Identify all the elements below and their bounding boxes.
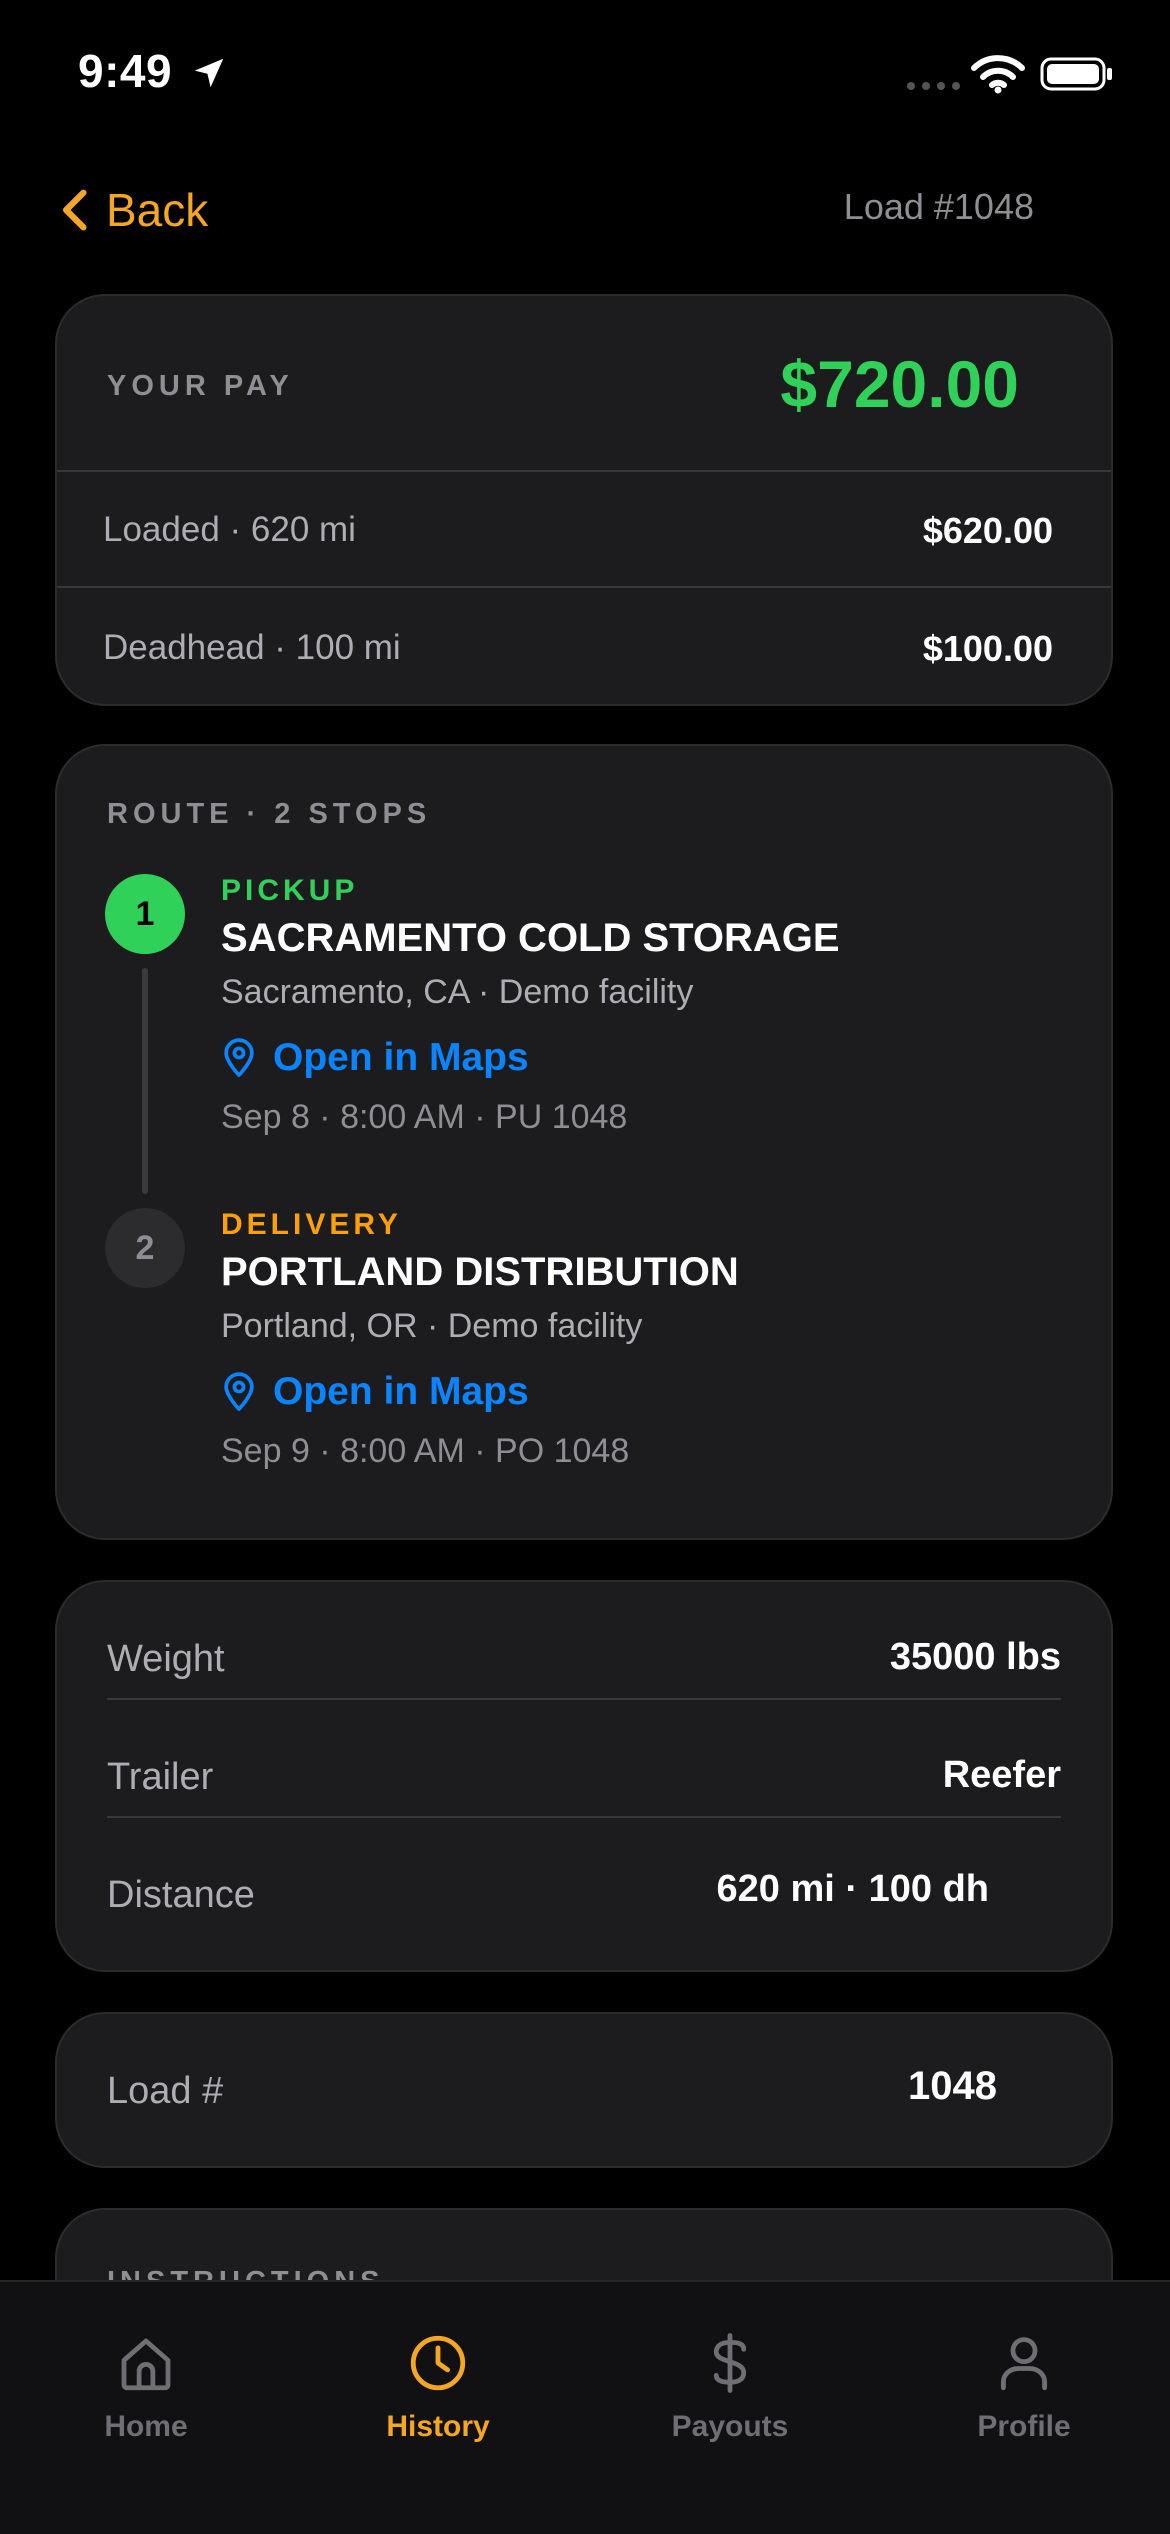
stop-delivery: DELIVERY PORTLAND DISTRIBUTION Portland,… xyxy=(221,1208,1081,1471)
pay-row-label: Loaded · 620 mi xyxy=(103,510,356,549)
tab-bar: Home History Payouts Profile xyxy=(0,2280,1170,2534)
load-number-label: Load # xyxy=(107,2070,224,2112)
stop-time: Sep 8 · 8:00 AM · PU 1048 xyxy=(221,1098,628,1136)
navigation-bar: Back Load #1048 xyxy=(0,170,1170,250)
stop-location: Sacramento, CA · Demo facility xyxy=(221,973,694,1011)
detail-value: 620 mi · 100 dh xyxy=(716,1868,989,1910)
detail-label: Distance xyxy=(107,1874,255,1916)
stop-pickup: PICKUP SACRAMENTO COLD STORAGE Sacrament… xyxy=(221,874,1081,1137)
detail-value: 35000 lbs xyxy=(889,1636,1061,1678)
map-pin-icon xyxy=(224,1372,254,1411)
detail-label: Trailer xyxy=(107,1756,214,1798)
pay-total: $720.00 xyxy=(780,347,1019,421)
pay-row-loaded: Loaded · 620 mi $620.00 xyxy=(57,472,1111,588)
pay-row-value: $620.00 xyxy=(922,510,1053,551)
stop-type: DELIVERY xyxy=(221,1208,402,1241)
detail-row-trailer: Trailer Reefer xyxy=(107,1700,1061,1818)
stop-time: Sep 9 · 8:00 AM · PO 1048 xyxy=(221,1432,630,1470)
stop-number-badge: 2 xyxy=(105,1208,185,1288)
home-icon xyxy=(121,2338,171,2391)
detail-row-distance: Distance 620 mi · 100 dh xyxy=(107,1818,1061,1934)
detail-row-weight: Weight 35000 lbs xyxy=(107,1582,1061,1700)
tab-profile[interactable]: Profile xyxy=(914,2330,1134,2444)
detail-value: Reefer xyxy=(942,1754,1061,1796)
tab-history[interactable]: History xyxy=(328,2330,548,2444)
location-arrow-icon xyxy=(194,58,224,88)
route-label: ROUTE · 2 STOPS xyxy=(107,798,432,830)
map-pin-icon xyxy=(224,1038,254,1077)
stop-name: SACRAMENTO COLD STORAGE xyxy=(221,916,840,960)
clock-icon xyxy=(410,2335,466,2391)
pay-label: YOUR PAY xyxy=(107,370,294,402)
page-title: Load #1048 xyxy=(843,186,1034,227)
chevron-left-icon xyxy=(62,189,87,231)
back-label: Back xyxy=(106,184,209,236)
status-bar: 9:49 xyxy=(0,0,1170,150)
wifi-icon xyxy=(971,55,1025,94)
stop-number-badge: 1 xyxy=(105,874,185,954)
detail-label: Weight xyxy=(107,1638,225,1680)
back-button[interactable]: Back xyxy=(58,182,208,238)
open-in-maps-link[interactable]: Open in Maps xyxy=(221,1370,1081,1414)
route-card: ROUTE · 2 STOPS 1 2 PICKUP SACRAMENTO CO… xyxy=(55,744,1113,1540)
tab-home[interactable]: Home xyxy=(36,2330,256,2444)
person-icon xyxy=(1000,2337,1048,2391)
dollar-icon xyxy=(713,2333,747,2393)
load-number-value: 1048 xyxy=(908,2064,997,2108)
open-in-maps-link[interactable]: Open in Maps xyxy=(221,1036,1081,1080)
load-number-card: Load # 1048 xyxy=(55,2012,1113,2168)
tab-payouts[interactable]: Payouts xyxy=(620,2330,840,2444)
pay-row-deadhead: Deadhead · 100 mi $100.00 xyxy=(57,590,1111,704)
tab-label: Home xyxy=(104,2410,188,2443)
route-connector-line xyxy=(142,968,148,1194)
tab-label: Profile xyxy=(977,2410,1071,2443)
stop-location: Portland, OR · Demo facility xyxy=(221,1307,643,1345)
stop-name: PORTLAND DISTRIBUTION xyxy=(221,1250,739,1294)
status-time: 9:49 xyxy=(78,45,173,97)
cellular-signal-icon xyxy=(907,82,960,90)
tab-label: History xyxy=(386,2410,490,2443)
tab-label: Payouts xyxy=(671,2410,789,2443)
pay-row-label: Deadhead · 100 mi xyxy=(103,628,401,667)
maps-link-label: Open in Maps xyxy=(273,1370,529,1413)
pay-row-value: $100.00 xyxy=(922,628,1053,669)
stop-type: PICKUP xyxy=(221,874,359,907)
maps-link-label: Open in Maps xyxy=(273,1036,529,1079)
pay-header: YOUR PAY $720.00 xyxy=(57,296,1111,472)
pay-card: YOUR PAY $720.00 Loaded · 620 mi $620.00… xyxy=(55,294,1113,706)
load-details-card: Weight 35000 lbs Trailer Reefer Distance… xyxy=(55,1580,1113,1972)
battery-icon xyxy=(1040,57,1112,91)
